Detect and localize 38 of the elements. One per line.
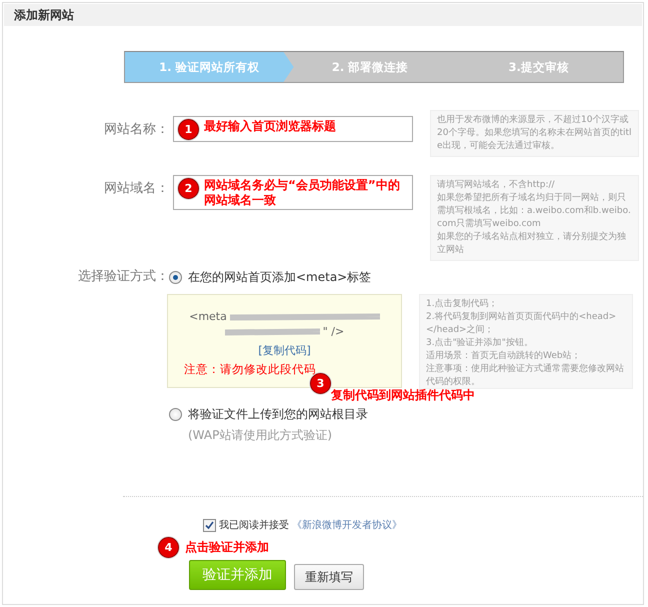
hint-text: 如果您希望把所有子域名均归于同一网站，则只需填写根域名，比如：a.weibo.com和b.weibo.com只需填写weibo.com bbox=[437, 192, 632, 231]
annotation-text: 最好输入首页浏览器标题 bbox=[204, 119, 336, 134]
hint-text: 适用场景：首页无自动跳转的Web站； bbox=[426, 350, 582, 363]
code-text: <meta bbox=[189, 310, 227, 323]
radio-option[interactable]: 在您的网站首页添加<meta>标签 bbox=[169, 269, 633, 286]
agreement-link[interactable]: 《新浪微博开发者协议》 bbox=[292, 518, 402, 532]
input-field[interactable]: 2 网站域名务必与“会员功能设置”中的网站域名一致 bbox=[173, 175, 413, 210]
field-label: 网站域名： bbox=[103, 180, 169, 197]
field-label: 选择验证方式： bbox=[77, 268, 169, 285]
annotation-text: 点击验证并添加 bbox=[185, 540, 269, 555]
hint-text: 如果您的子域名站点相对独立，请分别提交为独立网站 bbox=[437, 231, 627, 257]
page-title: 添加新网站 bbox=[14, 6, 74, 24]
code-text: " /> bbox=[322, 325, 344, 338]
hint-text: 2.将代码复制到网站首页页面代码中的<head></head>之间； bbox=[426, 311, 618, 337]
step-item: 3.提交审核 bbox=[507, 58, 570, 76]
step-number: 2 bbox=[178, 178, 199, 199]
step-item: 2. 部署微连接 bbox=[330, 58, 410, 76]
option-note: (WAP站请使用此方式验证) bbox=[188, 427, 334, 444]
hint-text: 注意事项：使用此种验证方式通常需要您修改网站代码的权限。 bbox=[426, 363, 625, 388]
hint-text: 3.点击"验证并添加"按钮。 bbox=[426, 337, 534, 350]
step-number: 3 bbox=[310, 373, 331, 394]
field-label: 网站名称： bbox=[103, 121, 169, 138]
input-field[interactable]: 1 最好输入首页浏览器标题 bbox=[173, 116, 413, 142]
copy-code-link[interactable]: [复制代码] bbox=[258, 343, 311, 358]
step-item: 1. 验证网站所有权 bbox=[125, 52, 294, 82]
hint-text: 也用于发布微博的来源显示，不超过10个汉字或20个字母。如果您填写的名称未在网站首页的title出现，可能会无法通过审核。 bbox=[437, 114, 632, 153]
radio-icon[interactable] bbox=[169, 271, 182, 284]
reset-button[interactable]: 重新填写 bbox=[294, 564, 364, 590]
agreement-text: 我已阅读并接受 bbox=[219, 518, 289, 532]
agree-checkbox[interactable] bbox=[203, 518, 216, 532]
annotation-text: 网站域名务必与“会员功能设置”中的网站域名一致 bbox=[204, 178, 400, 208]
radio-option[interactable]: 将验证文件上传到您的网站根目录 bbox=[169, 406, 633, 423]
step-number: 1 bbox=[178, 119, 199, 140]
hint-text: 请填写网站域名，不含http:// bbox=[437, 179, 556, 192]
radio-icon[interactable] bbox=[169, 408, 182, 421]
hint-text: 1.点击复制代码； bbox=[426, 298, 499, 311]
step-number: 4 bbox=[158, 537, 179, 558]
annotation-text: 复制代码到网站插件代码中 bbox=[331, 388, 475, 403]
